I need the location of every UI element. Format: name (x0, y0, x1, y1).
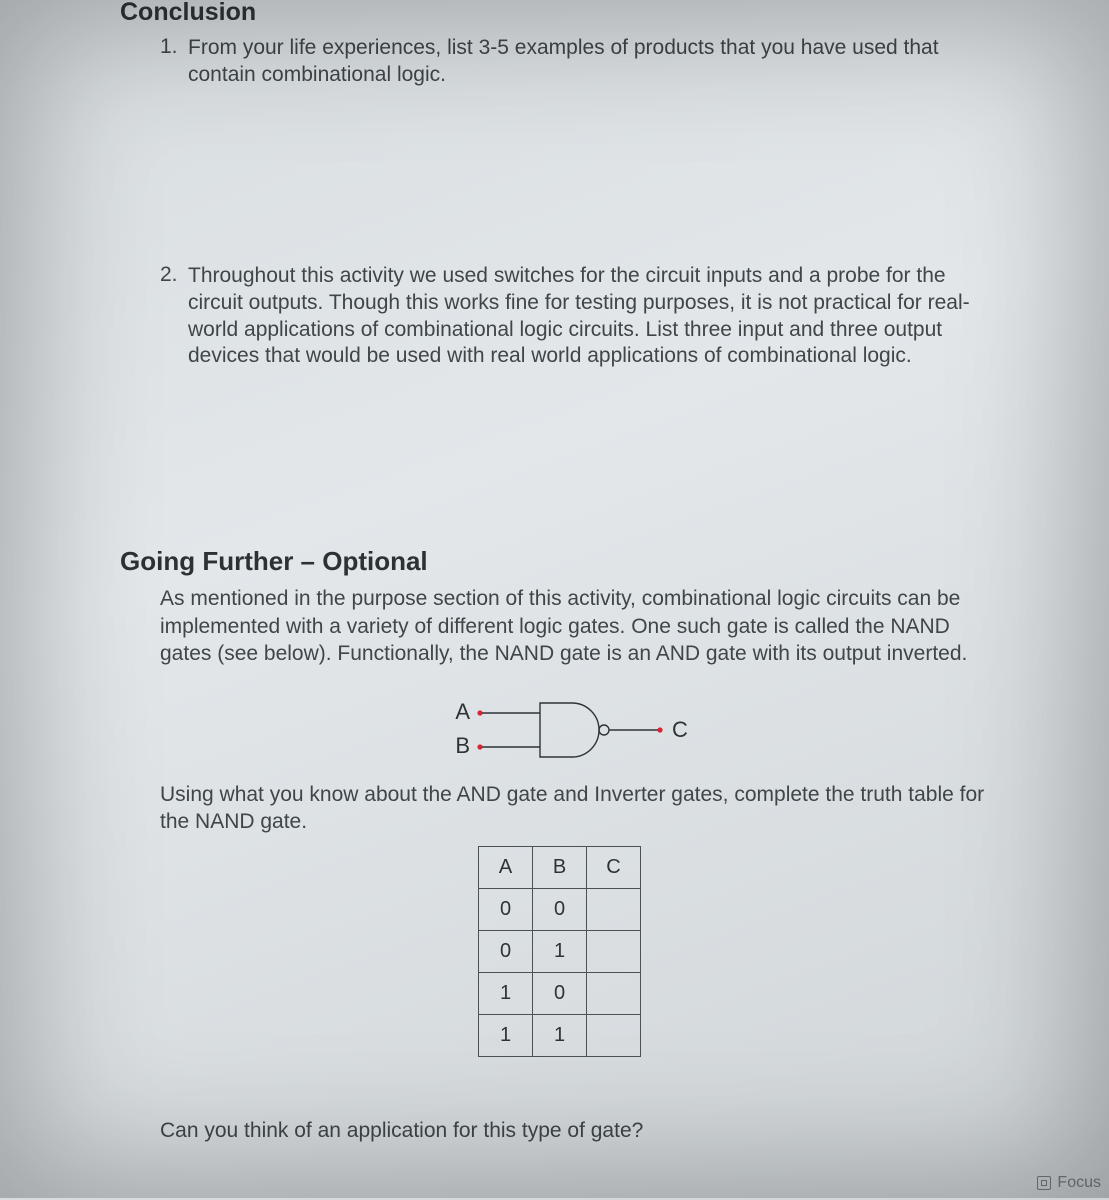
cell: 0 (479, 930, 533, 972)
cell: 1 (479, 972, 533, 1014)
table-row: 1 0 (479, 972, 641, 1014)
table-row: 0 1 (479, 930, 641, 972)
gate-input-b-label: B (455, 733, 470, 758)
list-number: 2. (160, 263, 188, 287)
section-heading-conclusion: Conclusion (120, 0, 999, 27)
list-text: Throughout this activity we used switche… (188, 263, 999, 371)
col-header: B (533, 846, 587, 888)
list-item: 1. From your life experiences, list 3-5 … (160, 35, 999, 89)
going-further-closing: Can you think of an application for this… (120, 1117, 999, 1144)
focus-label: Focus (1057, 1174, 1101, 1192)
cell: 0 (533, 888, 587, 930)
spacer (120, 667, 999, 679)
spacer (120, 1057, 999, 1117)
going-further-instruction: Using what you know about the AND gate a… (120, 781, 999, 836)
wire-node-icon (477, 745, 482, 750)
cell: 0 (479, 888, 533, 930)
document-page: Conclusion 1. From your life experiences… (0, 0, 1109, 1144)
truth-table-wrap: A B C 0 0 0 1 1 0 1 1 (120, 846, 999, 1057)
cell[interactable] (587, 888, 641, 930)
cell: 1 (533, 930, 587, 972)
cell[interactable] (587, 930, 641, 972)
cell: 1 (533, 1014, 587, 1056)
conclusion-list: 1. From your life experiences, list 3-5 … (120, 35, 999, 89)
list-item: 2. Throughout this activity we used swit… (160, 263, 999, 371)
inversion-bubble-icon (599, 725, 609, 735)
cell: 1 (479, 1014, 533, 1056)
cell[interactable] (587, 972, 641, 1014)
cell[interactable] (587, 1014, 641, 1056)
table-row: A B C (479, 846, 641, 888)
wire-node-icon (657, 728, 662, 733)
nand-gate-body-icon (540, 703, 599, 757)
table-row: 1 1 (479, 1014, 641, 1056)
focus-mode-button[interactable]: Focus (1037, 1174, 1101, 1192)
list-text: From your life experiences, list 3-5 exa… (188, 35, 999, 89)
section-heading-going-further: Going Further – Optional (120, 546, 999, 577)
conclusion-list: 2. Throughout this activity we used swit… (120, 263, 999, 371)
wire-node-icon (477, 711, 482, 716)
nand-gate-diagram: A B C (120, 691, 999, 771)
col-header: A (479, 846, 533, 888)
spacer (120, 95, 999, 263)
cell: 0 (533, 972, 587, 1014)
spacer (120, 376, 999, 526)
going-further-intro: As mentioned in the purpose section of t… (120, 585, 999, 667)
col-header: C (587, 846, 641, 888)
gate-input-a-label: A (455, 699, 470, 724)
focus-icon (1037, 1176, 1051, 1190)
table-row: 0 0 (479, 888, 641, 930)
truth-table: A B C 0 0 0 1 1 0 1 1 (478, 846, 641, 1057)
gate-output-c-label: C (672, 717, 688, 742)
list-number: 1. (160, 35, 188, 59)
